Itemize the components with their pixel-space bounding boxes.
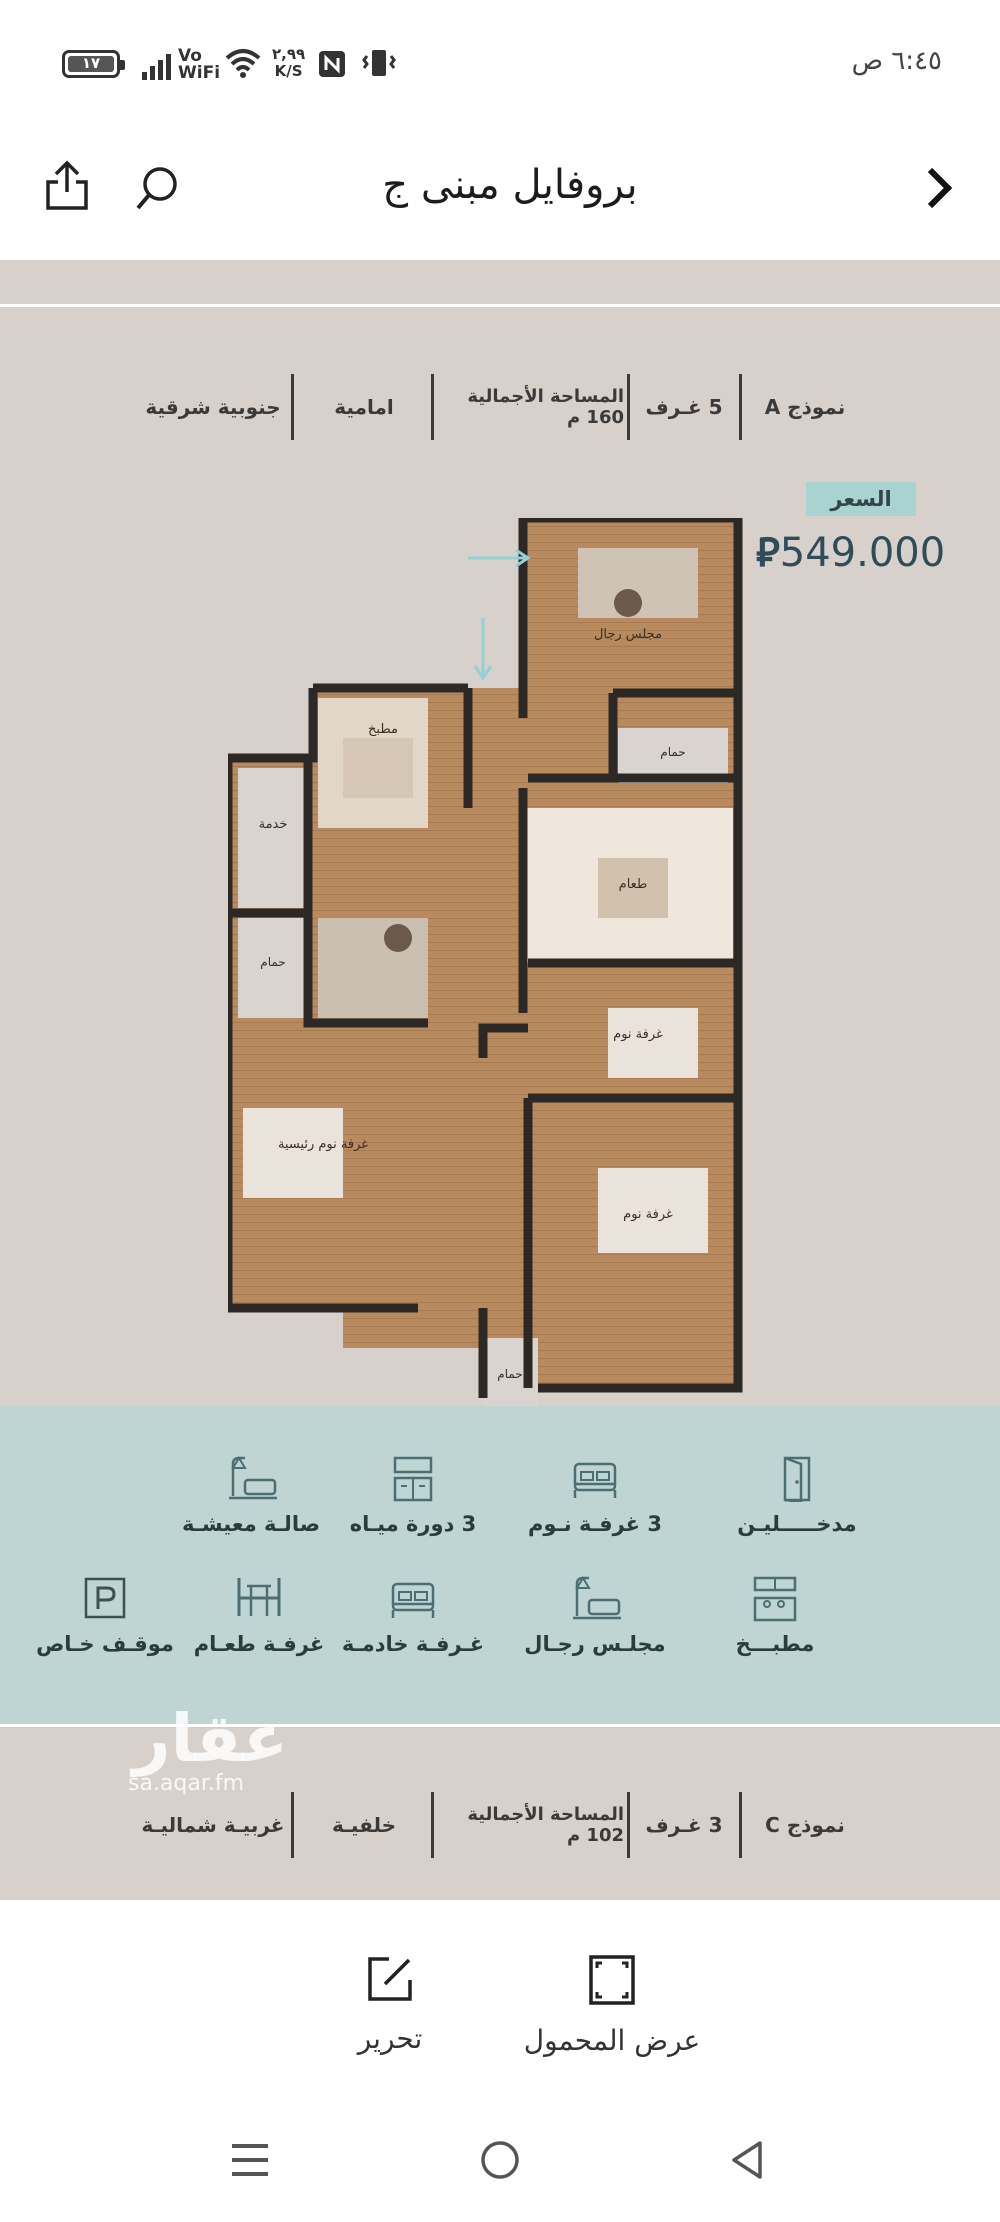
features-band: مدخـــــليـن 3 غرفـة نـوم 3 دورة ميـاه ص… [0, 1406, 1000, 1728]
search-icon[interactable] [134, 164, 182, 212]
feature-bathrooms: 3 دورة ميـاه [338, 1456, 488, 1536]
door-icon [783, 1456, 811, 1502]
fullscreen-icon [589, 1955, 635, 2005]
feature-kitchen: مطبـــخ [700, 1576, 850, 1656]
floorplan-image: نموذج A 5 غـرف المساحة الأجمالية 160 م ا… [0, 260, 1000, 1900]
aqar-watermark: عقار sa.aqar.fm [128, 1700, 288, 1796]
room-label-dining: طعام [619, 877, 648, 892]
feature-parking: موقـف خـاص [30, 1576, 180, 1656]
maid-room-icon [391, 1582, 435, 1618]
plan-rooms: 3 غـرف [645, 1813, 723, 1837]
living-room-icon [229, 1456, 277, 1500]
edit-button[interactable]: تحرير [330, 1954, 450, 2055]
room-label-bath-3: حمام [497, 1367, 522, 1381]
battery-icon: ١٧ [62, 50, 125, 78]
room-label-kitchen: مطبخ [368, 722, 398, 737]
plan-direction: جنوبية شرقية [145, 395, 281, 419]
feature-maid-room: غـرفـة خادمـة [338, 1576, 488, 1656]
plan-c-specs: نموذج C 3 غـرف المساحة الأجمالية 102 م خ… [140, 1790, 860, 1860]
app-header: بروفايل مبنى ج [0, 130, 1000, 260]
dining-icon [237, 1578, 281, 1616]
edit-icon [368, 1957, 412, 2001]
chevron-right-icon[interactable] [924, 164, 954, 212]
room-label-maid: خدمة [259, 817, 288, 832]
vowifi-indicator: Vo WiFi [178, 46, 221, 83]
plan-a-specs: نموذج A 5 غـرف المساحة الأجمالية 160 م ا… [140, 372, 860, 442]
feature-bedrooms: 3 غرفـة نـوم [520, 1456, 670, 1536]
room-label-bedroom-1: غرفة نوم [613, 1027, 663, 1042]
room-label-majlis: مجلس رجال [594, 627, 662, 642]
nfc-icon [319, 51, 345, 77]
room-label-bedroom-2: غرفة نوم [623, 1207, 673, 1222]
plan-rooms: 5 غـرف [645, 395, 723, 419]
page-title: بروفايل مبنى ج [382, 162, 638, 208]
floorplan-drawing: مجلس رجال مطبخ خدمة طعام حمام حمام حمام … [228, 518, 743, 1428]
fullscreen-button[interactable]: عرض المحمول [512, 1954, 712, 2057]
vibrate-icon [362, 50, 396, 76]
signal-icon [142, 52, 172, 80]
system-nav-bar [0, 2100, 1000, 2222]
bed-icon [573, 1462, 617, 1498]
clock: ٦:٤٥ ص [851, 46, 942, 76]
plan-area: المساحة الأجمالية 102 م [467, 1804, 624, 1846]
net-speed: ٢,٩٩ K/S [272, 45, 306, 80]
menu-icon[interactable] [230, 2140, 270, 2180]
price-label: السعر [806, 482, 916, 516]
feature-dining-room: غرفـة طعـام [184, 1576, 334, 1656]
room-label-bath-1: حمام [260, 955, 285, 969]
feature-living-room: صالـة معيشـة [176, 1456, 326, 1536]
room-label-bath-2: حمام [660, 745, 685, 759]
parking-icon [84, 1577, 126, 1619]
plan-facing: امامية [334, 395, 394, 419]
plan-model: نموذج C [765, 1813, 845, 1837]
status-bar: ١٧ Vo WiFi ٢,٩٩ K/S ٦:٤٥ ص [0, 0, 1000, 130]
back-nav-icon[interactable] [728, 2140, 768, 2180]
bottom-actions: عرض المحمول تحرير [0, 1900, 1000, 2100]
plan-model: نموذج A [764, 395, 846, 419]
plan-direction: غربيـة شماليـة [141, 1813, 285, 1837]
feature-entrances: مدخـــــليـن [722, 1456, 872, 1536]
share-icon[interactable] [44, 160, 90, 212]
kitchen-icon [753, 1576, 797, 1622]
price-value: ⃁549.000 [756, 530, 946, 576]
majlis-icon [573, 1576, 621, 1620]
room-label-master: غرفة نوم رئيسية [278, 1137, 368, 1152]
riyal-icon: ⃁ [756, 530, 780, 576]
battery-level: ١٧ [81, 54, 101, 72]
home-icon[interactable] [480, 2140, 520, 2180]
plan-area: المساحة الأجمالية 160 م [467, 386, 624, 428]
wifi-icon [225, 49, 261, 78]
bathroom-icon [393, 1456, 433, 1502]
feature-majlis: مجلـس رجـال [520, 1576, 670, 1656]
plan-facing: خلفيـة [331, 1813, 397, 1837]
